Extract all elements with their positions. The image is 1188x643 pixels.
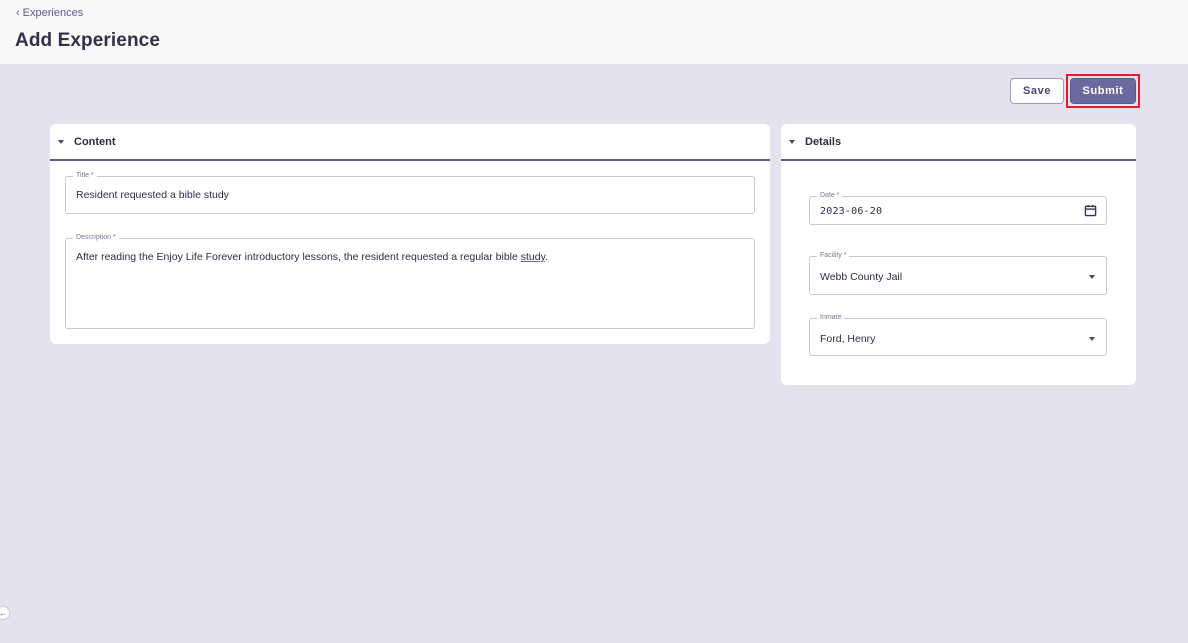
sidebar-expand-button[interactable]: ← bbox=[0, 606, 10, 620]
chevron-left-icon: ‹ bbox=[16, 6, 20, 19]
inmate-select-label: Inmate bbox=[817, 313, 845, 323]
date-input-label: Date * bbox=[817, 191, 843, 201]
details-section-title: Details bbox=[805, 135, 842, 148]
description-text: After reading the Enjoy Life Forever int… bbox=[76, 251, 521, 263]
date-picker-input[interactable]: Date * 2023-06-20 bbox=[809, 191, 1107, 225]
details-section-header[interactable]: Details bbox=[781, 124, 1136, 161]
submit-button[interactable]: Submit bbox=[1070, 78, 1136, 104]
inmate-select[interactable]: Inmate Ford, Henry bbox=[809, 313, 1107, 356]
page-header: ‹ Experiences Add Experience bbox=[0, 0, 1188, 64]
caret-down-icon bbox=[789, 139, 795, 144]
description-text-misspelled: study bbox=[520, 251, 546, 263]
description-textarea[interactable]: Description * After reading the Enjoy Li… bbox=[65, 233, 755, 329]
arrow-left-icon: ← bbox=[0, 608, 8, 618]
inmate-select-value: Ford, Henry bbox=[820, 333, 876, 345]
chevron-down-icon bbox=[1089, 337, 1095, 341]
title-input-label: Title * bbox=[73, 171, 97, 181]
breadcrumb[interactable]: ‹ Experiences bbox=[16, 7, 83, 19]
title-input[interactable]: Title * Resident requested a bible study bbox=[65, 171, 755, 214]
breadcrumb-label: Experiences bbox=[22, 7, 84, 19]
date-input-value: 2023-06-20 bbox=[820, 206, 883, 217]
description-text-end: . bbox=[545, 251, 548, 263]
facility-select-label: Facility * bbox=[817, 251, 850, 261]
facility-select[interactable]: Facility * Webb County Jail bbox=[809, 251, 1107, 295]
caret-down-icon bbox=[58, 139, 64, 144]
description-textarea-value: After reading the Enjoy Life Forever int… bbox=[76, 251, 548, 263]
save-button[interactable]: Save bbox=[1010, 78, 1064, 104]
title-input-value: Resident requested a bible study bbox=[76, 189, 229, 201]
content-section-title: Content bbox=[74, 135, 116, 148]
description-textarea-label: Description * bbox=[73, 233, 119, 243]
facility-select-value: Webb County Jail bbox=[820, 271, 903, 283]
content-section-header[interactable]: Content bbox=[50, 124, 770, 161]
chevron-down-icon bbox=[1089, 275, 1095, 279]
calendar-icon[interactable] bbox=[1084, 204, 1097, 217]
page-title: Add Experience bbox=[15, 30, 161, 51]
details-card: Details Date * 2023-06-20 Facility * Web… bbox=[781, 124, 1136, 385]
content-card: Content Title * Resident requested a bib… bbox=[50, 124, 770, 344]
